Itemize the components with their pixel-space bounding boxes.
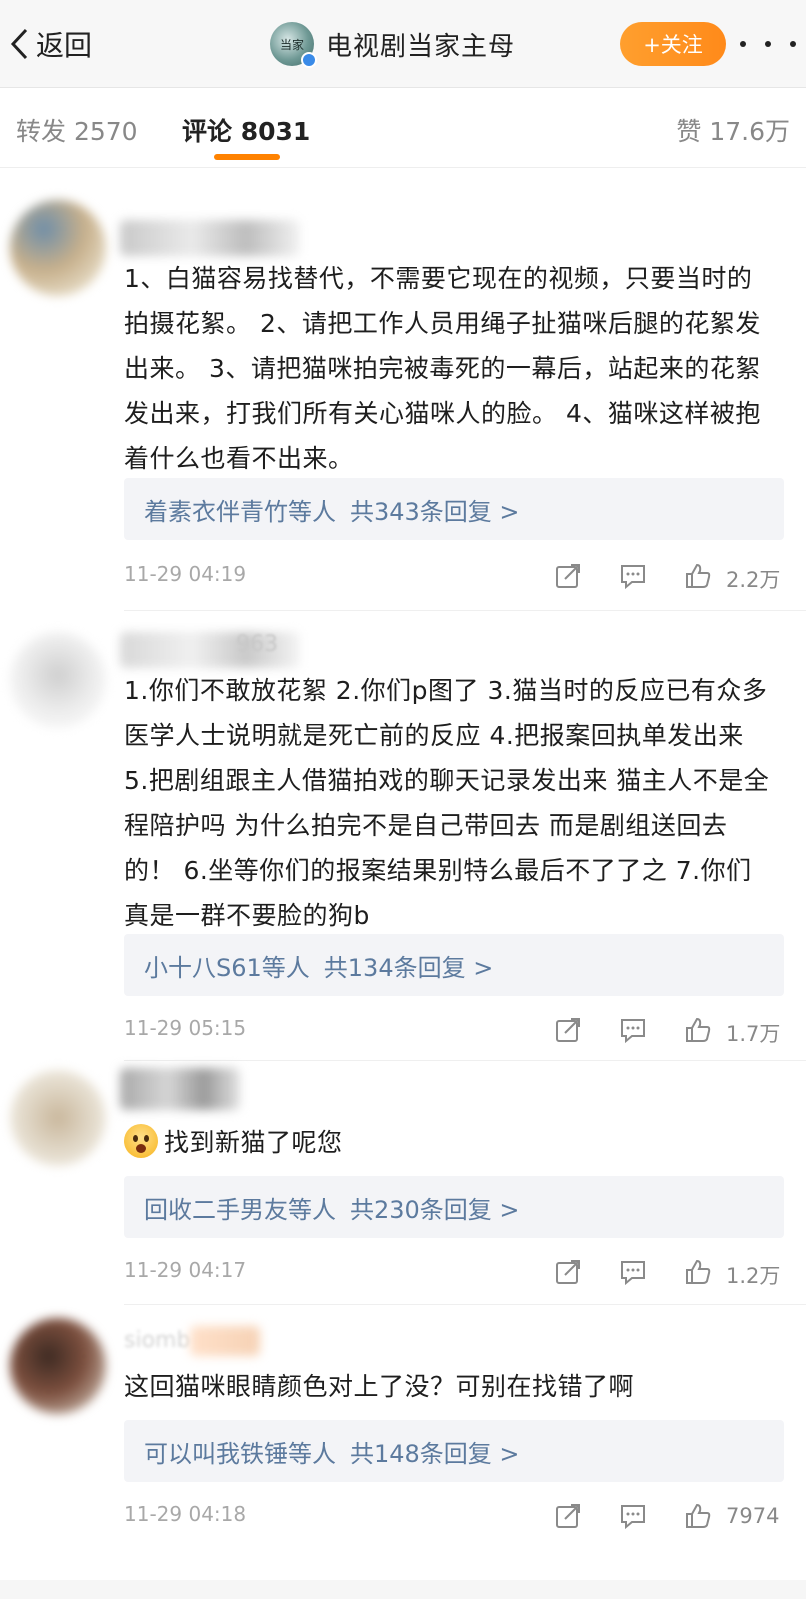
thumbs-up-icon[interactable] <box>684 1502 712 1530</box>
reply-users[interactable]: 小十八S61等人 <box>144 948 310 983</box>
username-fragment: siomb <box>124 1328 191 1353</box>
comment-meta: 11-29 04:17 1.2万 <box>124 1258 784 1288</box>
avatar-text: 当家 <box>279 37 304 52</box>
share-icon[interactable] <box>554 1016 582 1044</box>
fearful-face-emoji <box>124 1124 158 1158</box>
replies-summary[interactable]: 小十八S61等人 共134条回复 > <box>124 934 784 996</box>
comment-time: 11-29 04:17 <box>124 1258 247 1282</box>
like-count: 2.2万 <box>726 568 781 592</box>
replies-summary[interactable]: 回收二手男友等人 共230条回复 > <box>124 1176 784 1238</box>
divider <box>124 1060 806 1061</box>
reply-users[interactable]: 回收二手男友等人 <box>144 1190 336 1225</box>
comment-time: 11-29 04:19 <box>124 562 247 586</box>
verified-badge-icon <box>301 52 317 68</box>
comment-icon[interactable] <box>619 1016 647 1044</box>
divider <box>124 610 806 611</box>
comment-meta: 11-29 04:18 7974 <box>124 1502 784 1532</box>
comment-icon[interactable] <box>619 1258 647 1286</box>
reply-count[interactable]: 共148条回复 > <box>350 1434 520 1469</box>
comment-time: 11-29 05:15 <box>124 1016 247 1040</box>
username-blurred[interactable] <box>120 220 300 256</box>
reply-count[interactable]: 共230条回复 > <box>350 1190 520 1225</box>
avatar[interactable] <box>10 200 106 296</box>
account-header[interactable]: 当家 电视剧当家主母 <box>270 20 515 68</box>
avatar[interactable] <box>10 1318 106 1414</box>
top-nav-bar: 返回 当家 电视剧当家主母 +关注 <box>0 0 806 88</box>
divider <box>124 1304 806 1305</box>
share-icon[interactable] <box>554 1258 582 1286</box>
more-dots-icon[interactable] <box>740 24 796 64</box>
username-blurred[interactable] <box>190 1326 260 1356</box>
thumbs-up-icon[interactable] <box>684 562 712 590</box>
comment-time: 11-29 04:18 <box>124 1502 247 1526</box>
comment-text: 这回猫咪眼睛颜色对上了没？可别在找错了啊 <box>124 1372 635 1401</box>
like-count: 7974 <box>726 1504 780 1528</box>
replies-summary[interactable]: 着素衣伴青竹等人 共343条回复 > <box>124 478 784 540</box>
comment-icon[interactable] <box>619 1502 647 1530</box>
comment-text-body: 找到新猫了呢您 <box>164 1128 343 1157</box>
comment-text: 找到新猫了呢您 <box>124 1120 774 1165</box>
thumbs-up-icon[interactable] <box>684 1016 712 1044</box>
back-label: 返回 <box>36 29 93 62</box>
tab-like[interactable]: 赞 17.6万 <box>676 112 790 148</box>
bottom-bar-edge <box>0 1580 806 1599</box>
follow-button[interactable]: +关注 <box>620 22 726 66</box>
tab-bar: 转发 2570 评论 8031 赞 17.6万 <box>0 88 806 168</box>
comment-text: 1.你们不敢放花絮 2.你们p图了 3.猫当时的反应已有众多医学人士说明就是死亡… <box>124 676 770 930</box>
reply-count[interactable]: 共134条回复 > <box>324 948 494 983</box>
avatar[interactable] <box>10 632 106 728</box>
back-arrow-icon <box>10 28 28 60</box>
like-count: 1.2万 <box>726 1264 781 1288</box>
reply-count[interactable]: 共343条回复 > <box>350 492 520 527</box>
account-name[interactable]: 电视剧当家主母 <box>326 26 515 63</box>
share-icon[interactable] <box>554 562 582 590</box>
reply-users[interactable]: 着素衣伴青竹等人 <box>144 492 336 527</box>
active-tab-indicator <box>214 154 280 160</box>
comment-meta: 11-29 04:19 2.2万 <box>124 562 784 592</box>
comment-icon[interactable] <box>619 562 647 590</box>
username-fragment: 963 <box>236 632 278 657</box>
replies-summary[interactable]: 可以叫我铁锤等人 共148条回复 > <box>124 1420 784 1482</box>
avatar[interactable] <box>10 1070 106 1166</box>
share-icon[interactable] <box>554 1502 582 1530</box>
like-count: 1.7万 <box>726 1022 781 1046</box>
back-button[interactable]: 返回 <box>8 22 92 66</box>
thumbs-up-icon[interactable] <box>684 1258 712 1286</box>
reply-users[interactable]: 可以叫我铁锤等人 <box>144 1434 336 1469</box>
username-blurred[interactable] <box>120 1068 240 1110</box>
comment-meta: 11-29 05:15 1.7万 <box>124 1016 784 1046</box>
tab-repost[interactable]: 转发 2570 <box>16 112 138 148</box>
account-avatar[interactable]: 当家 <box>270 22 317 68</box>
comment-text: 1、白猫容易找替代，不需要它现在的视频，只要当时的拍摄花絮。 2、请把工作人员用… <box>124 264 761 473</box>
